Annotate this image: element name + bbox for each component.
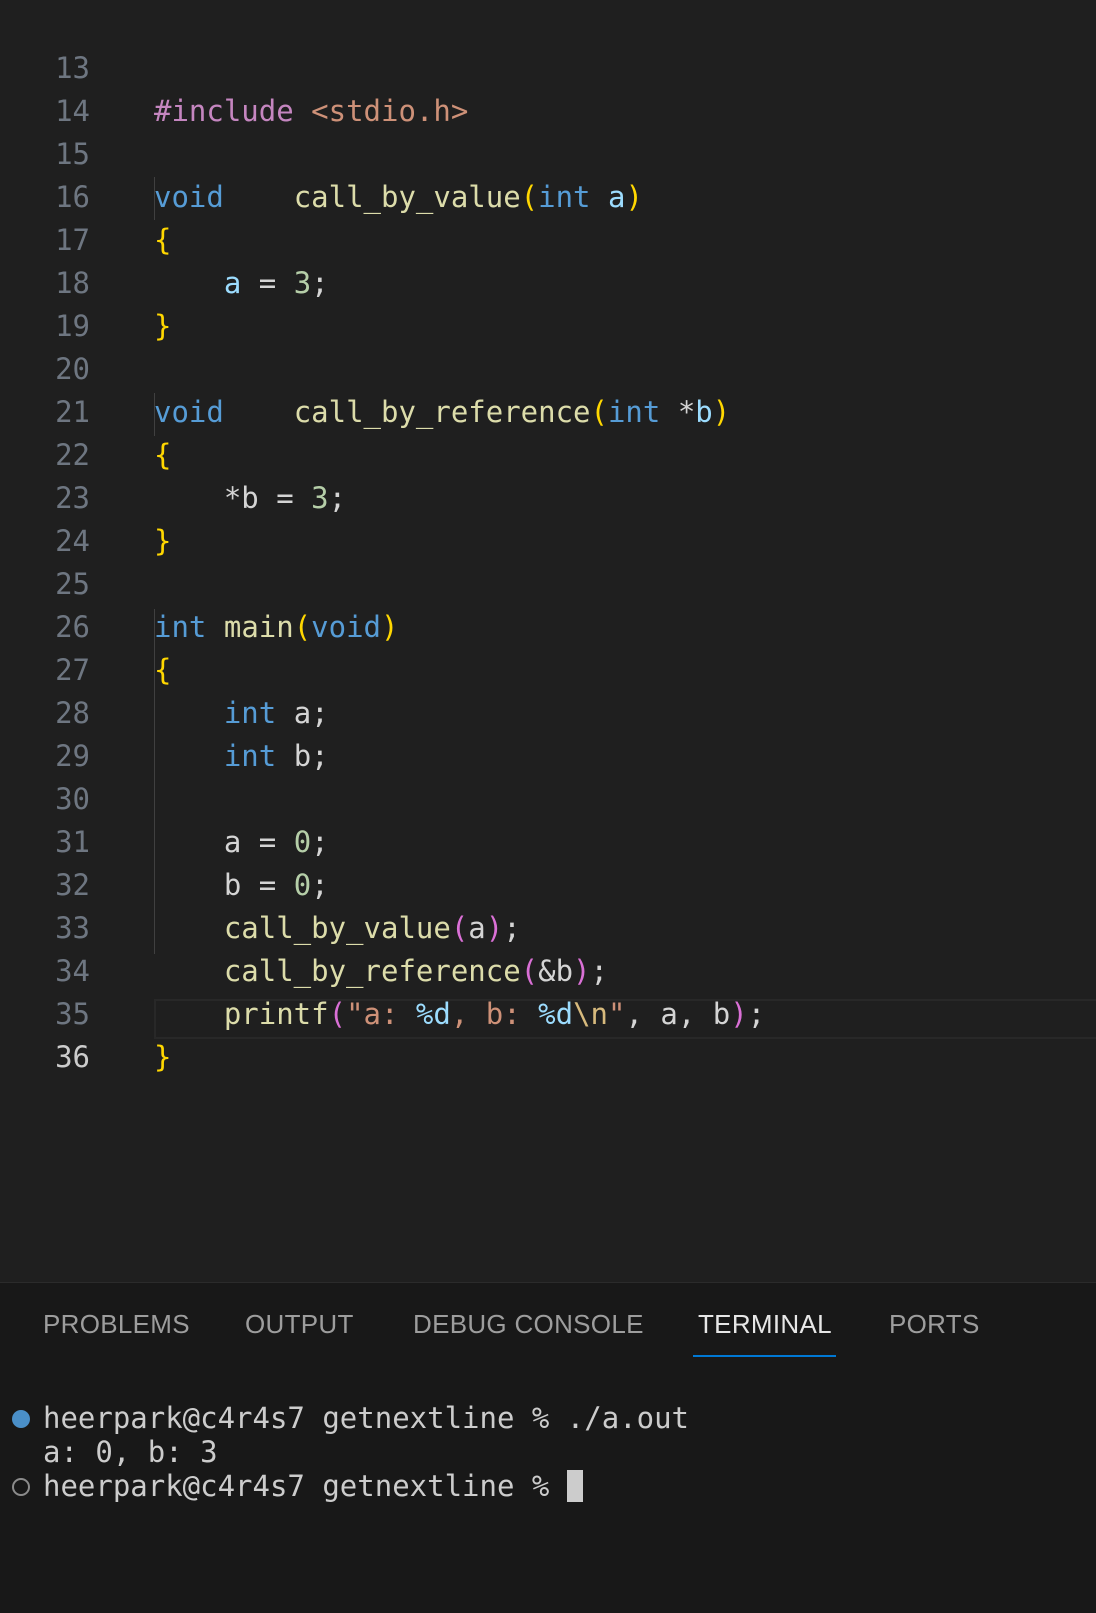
- code-line: 28 int b;: [0, 649, 1096, 773]
- code-line: 17 a = 3;: [0, 176, 1096, 300]
- code-line: 24: [0, 477, 1096, 558]
- tab-problems[interactable]: PROBLEMS: [43, 1309, 190, 1340]
- code-line[interactable]: 36: [0, 993, 1096, 1074]
- code-line: 30 a = 0;: [0, 735, 1096, 859]
- code-line: 15 void call_by_value(int a): [0, 90, 1096, 214]
- code-line: 32 call_by_value(a);: [0, 821, 1096, 945]
- terminal-line: heerpark@c4r4s7 getnextline % ./a.out: [43, 1401, 690, 1435]
- line-number: 36: [55, 1040, 90, 1074]
- code-line: 31 b = 0;: [0, 778, 1096, 902]
- code-line: 26 {: [0, 563, 1096, 687]
- code-line: 22 *b = 3;: [0, 391, 1096, 515]
- code-line: 29: [0, 692, 1096, 773]
- code-line: 21 {: [0, 348, 1096, 472]
- code-line: 18 }: [0, 219, 1096, 343]
- command-pending-dot-icon[interactable]: [12, 1478, 30, 1496]
- bracket: }: [154, 1040, 172, 1074]
- tab-terminal[interactable]: TERMINAL: [698, 1309, 832, 1340]
- code-line: 16 {: [0, 133, 1096, 257]
- tab-output[interactable]: OUTPUT: [245, 1309, 354, 1340]
- code-line: 33 call_by_reference(&b);: [0, 864, 1096, 988]
- tab-ports[interactable]: PORTS: [889, 1309, 980, 1340]
- code-line: 34 printf("a: %d, b: %d\n", a, b);: [0, 907, 1096, 1031]
- terminal-output: a: 0, b: 3: [43, 1435, 218, 1469]
- active-tab-indicator: [693, 1355, 836, 1357]
- code-line: 20 void call_by_reference(int *b): [0, 305, 1096, 429]
- code-editor[interactable]: 13 #include <stdio.h> 14 15 void call_by…: [0, 0, 1096, 1282]
- code-line: 25 int main(void): [0, 520, 1096, 644]
- code-line: 19: [0, 262, 1096, 343]
- prompt-text: heerpark@c4r4s7 getnextline %: [43, 1469, 567, 1503]
- code-line: 35 }: [0, 950, 1096, 1074]
- panel-tabs: PROBLEMS OUTPUT DEBUG CONSOLE TERMINAL P…: [0, 1283, 1096, 1359]
- code-line: 13 #include <stdio.h>: [0, 4, 1096, 128]
- code-line: 14: [0, 47, 1096, 128]
- code-line: 27 int a;: [0, 606, 1096, 730]
- command-success-dot-icon[interactable]: [12, 1410, 30, 1428]
- tab-debug-console[interactable]: DEBUG CONSOLE: [413, 1309, 644, 1340]
- terminal-cursor: [566, 1470, 583, 1502]
- terminal-prompt: heerpark@c4r4s7 getnextline %: [43, 1469, 583, 1503]
- code-line: 23 }: [0, 434, 1096, 558]
- bottom-panel: PROBLEMS OUTPUT DEBUG CONSOLE TERMINAL P…: [0, 1282, 1096, 1613]
